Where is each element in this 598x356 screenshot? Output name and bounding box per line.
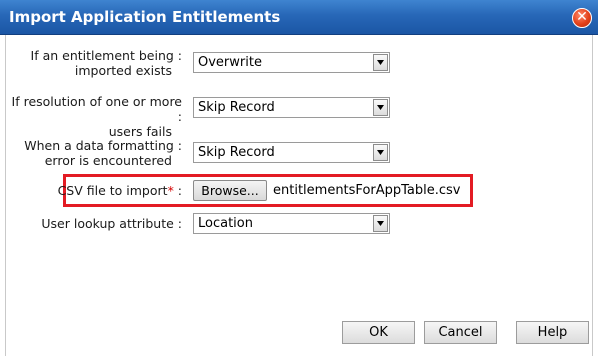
chevron-down-icon[interactable] [373,215,388,232]
close-icon[interactable]: ✕ [572,8,592,28]
formatting-error-value: Skip Record [198,145,275,160]
existing-entitlement-label: If an entitlement being : imported exist… [30,48,182,78]
browse-button[interactable]: Browse... [193,180,267,201]
resolution-failure-value: Skip Record [198,100,275,115]
formatting-error-label: When a data formatting : error is encoun… [24,138,182,168]
user-lookup-label: User lookup attribute : [41,216,182,231]
user-lookup-value: Location [198,216,253,231]
chevron-down-icon[interactable] [373,144,388,161]
chevron-down-icon[interactable] [373,99,388,116]
cancel-button[interactable]: Cancel [424,321,497,344]
dialog-titlebar[interactable]: Import Application Entitlements ✕ [0,0,598,35]
formatting-error-select[interactable]: Skip Record [193,142,390,163]
import-entitlements-dialog: Import Application Entitlements ✕ If an … [0,0,598,356]
dialog-title: Import Application Entitlements [9,8,281,26]
existing-entitlement-value: Overwrite [198,55,262,70]
help-button[interactable]: Help [516,321,589,344]
ok-button[interactable]: OK [342,321,415,344]
csv-filename: entitlementsForAppTable.csv [273,183,461,198]
csv-file-label: CSV file to import* : [57,183,182,198]
chevron-down-icon[interactable] [373,54,388,71]
existing-entitlement-select[interactable]: Overwrite [193,52,390,73]
resolution-failure-label: If resolution of one or more : users fai… [11,94,182,139]
user-lookup-select[interactable]: Location [193,213,390,234]
resolution-failure-select[interactable]: Skip Record [193,97,390,118]
